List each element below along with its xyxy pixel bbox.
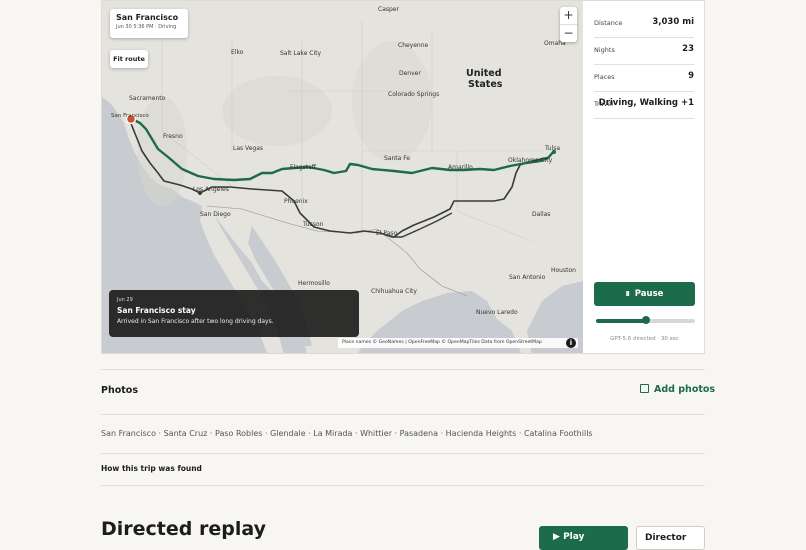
route-map[interactable]: Casper Cheyenne Omaha Elko Salt Lake Cit…	[102, 1, 583, 353]
label-flagstaff: Flagstaff	[290, 164, 317, 171]
found-section-title[interactable]: How this trip was found	[101, 464, 202, 473]
playback-knob[interactable]	[641, 316, 650, 324]
label-santafe: Santa Fe	[384, 155, 410, 162]
label-dallas: Dallas	[532, 211, 550, 218]
stat-value: 3,030 mi	[652, 17, 694, 27]
label-elko: Elko	[231, 49, 244, 56]
play-label: Play	[563, 532, 585, 542]
pause-button[interactable]: II Pause	[594, 282, 695, 306]
play-button[interactable]: ▶ Play	[539, 526, 628, 550]
label-hermosillo: Hermosillo	[298, 280, 330, 287]
stops-list: San Francisco · Santa Cruz · Paso Robles…	[101, 429, 593, 438]
add-photos-label: Add photos	[654, 384, 716, 395]
trip-map-card: Casper Cheyenne Omaha Elko Salt Lake Cit…	[101, 0, 705, 354]
divider	[101, 414, 705, 415]
label-sandiego: San Diego	[200, 211, 231, 218]
play-icon: ▶	[553, 532, 564, 542]
stat-distance: Distance 3,030 mi	[594, 11, 694, 38]
label-amarillo: Amarillo	[448, 164, 473, 171]
playback-slider[interactable]	[596, 316, 695, 324]
label-sanantonio: San Antonio	[509, 274, 546, 281]
label-united: United	[466, 68, 502, 79]
stat-nights: Nights 23	[594, 38, 694, 65]
fit-route-button[interactable]: Fit route	[110, 50, 148, 68]
label-okc: Oklahoma City	[508, 157, 553, 164]
stat-value: Driving, Walking +1	[598, 98, 694, 108]
label-states: States	[468, 79, 503, 90]
zoom-out-button[interactable]: −	[560, 25, 577, 42]
label-tucson: Tucson	[302, 221, 324, 228]
stat-travel: Travel Driving, Walking +1	[594, 92, 694, 119]
pause-icon: II	[625, 290, 630, 298]
stat-value: 23	[682, 44, 694, 54]
stay-card-date: Jun 29	[117, 297, 133, 303]
stat-label: Nights	[594, 46, 615, 54]
zoom-in-button[interactable]: +	[560, 7, 577, 25]
trip-stats: Distance 3,030 mi Nights 23 Places 9 Tra…	[594, 11, 694, 119]
divider	[101, 369, 705, 370]
place-pill-title: San Francisco	[116, 13, 179, 22]
playback-progress	[596, 319, 646, 323]
divider	[101, 453, 705, 454]
label-sacramento: Sacramento	[129, 95, 166, 102]
info-icon[interactable]: i	[566, 338, 576, 348]
photos-title: Photos	[101, 385, 138, 396]
label-sanfrancisco: San Francisco	[111, 113, 149, 119]
label-elpaso: El Paso	[376, 230, 398, 237]
label-houston: Houston	[551, 267, 576, 274]
label-slc: Salt Lake City	[280, 50, 322, 57]
label-denver: Denver	[399, 70, 421, 77]
relief-shading	[352, 41, 432, 161]
place-pill-subtitle: Jun 30 5:36 PM · Driving	[116, 24, 177, 30]
stat-places: Places 9	[594, 65, 694, 92]
label-fresno: Fresno	[163, 133, 183, 140]
label-phoenix: Phoenix	[284, 198, 308, 205]
divider	[101, 485, 705, 486]
label-colorado: Colorado Springs	[388, 91, 439, 98]
stay-card-title: San Francisco stay	[117, 306, 196, 315]
replay-meta: GPT-5.6 directed · 30 sec	[610, 336, 679, 342]
label-lasvegas: Las Vegas	[233, 145, 263, 152]
pause-label: Pause	[634, 289, 664, 299]
add-photos-button[interactable]: Add photos	[640, 384, 715, 395]
stay-card: Jun 29 San Francisco stay Arrived in San…	[109, 290, 359, 337]
label-casper: Casper	[378, 6, 399, 13]
label-cheyenne: Cheyenne	[398, 42, 429, 49]
stat-label: Places	[594, 73, 615, 81]
stat-value: 9	[688, 71, 694, 81]
map-attribution[interactable]: Place names © GeoNames | OpenFreeMap © O…	[338, 338, 578, 348]
director-button[interactable]: Director	[636, 526, 705, 550]
zoom-control: + −	[560, 7, 577, 42]
place-pill[interactable]: San Francisco Jun 30 5:36 PM · Driving	[110, 9, 188, 38]
label-tulsa: Tulsa	[544, 145, 560, 152]
label-chihuahua: Chihuahua City	[371, 288, 417, 295]
label-losangeles: Los Angeles	[193, 186, 229, 193]
image-icon	[640, 384, 649, 393]
label-nuevolaredo: Nuevo Laredo	[476, 309, 518, 316]
relief-shading	[222, 76, 332, 146]
stay-card-description: Arrived in San Francisco after two long …	[117, 318, 274, 325]
stat-label: Distance	[594, 19, 623, 27]
